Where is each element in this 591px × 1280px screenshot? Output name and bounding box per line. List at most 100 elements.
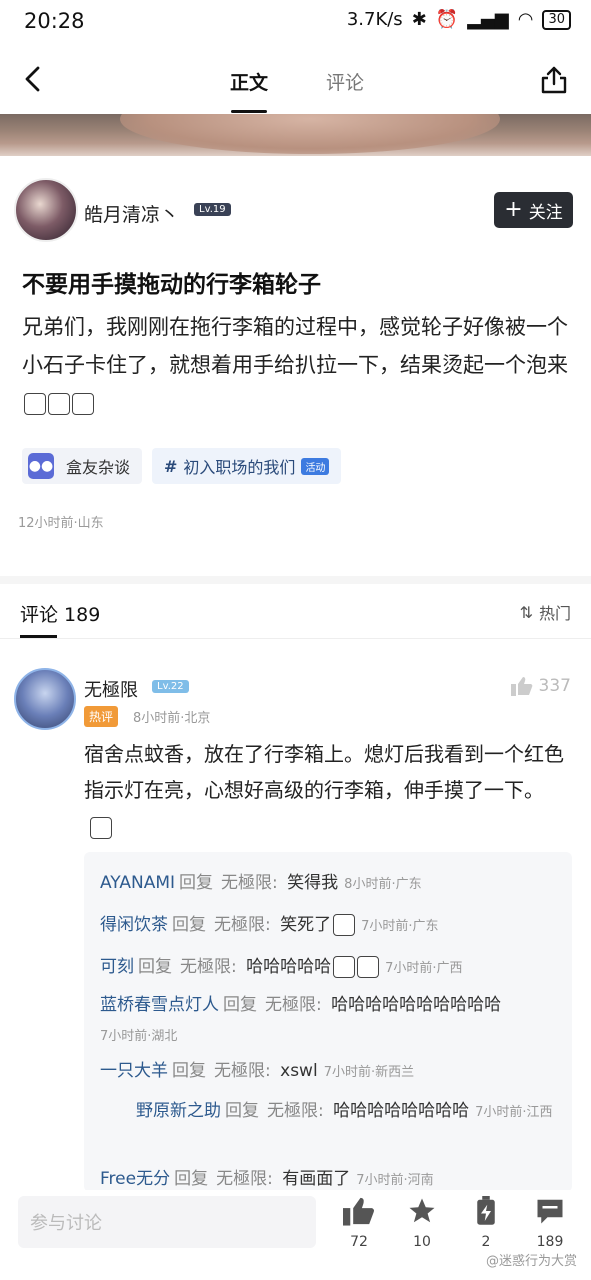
reply-author[interactable]: 得闲饮茶: [100, 915, 168, 935]
commenter-name[interactable]: 无極限: [84, 676, 138, 702]
back-arrow-icon[interactable]: [18, 64, 48, 94]
reply-target: 无極限:: [267, 1101, 324, 1121]
event-badge: 活动: [301, 457, 330, 475]
sort-label: 热门: [538, 604, 571, 623]
reply-target: 无極限:: [180, 957, 237, 977]
reply-item[interactable]: Free无分 回复 无極限: 有画面了 7小时前·河南: [100, 1164, 562, 1192]
reply-time: 8小时前·广东: [344, 877, 422, 892]
reply-verb: 回复: [174, 1169, 209, 1189]
comment-body: 宿舍点蚊香，放在了行李箱上。熄灯后我看到一个红色指示灯在亮，心想好高级的行李箱，…: [84, 736, 570, 844]
reply-target: 无極限:: [214, 1061, 271, 1081]
author-row: 皓月清凉丶 Lv.19 + 关注: [0, 170, 591, 250]
reply-item[interactable]: 蓝桥春雪点灯人 回复 无極限: 哈哈哈哈哈哈哈哈哈哈 7小时前·湖北: [100, 990, 562, 1052]
community-icon: ●●: [28, 453, 54, 479]
tab-main-text[interactable]: 正文: [230, 68, 268, 95]
top-nav: 正文 评论: [0, 44, 591, 114]
reply-author[interactable]: 蓝桥春雪点灯人: [100, 995, 219, 1015]
comments-count: 评论 189: [20, 604, 101, 626]
reply-text: 有画面了: [282, 1169, 351, 1189]
laugh-emoji-icon: [333, 914, 356, 936]
reply-thread: AYANAMI 回复 无極限: 笑得我 8小时前·广东 得闲饮茶 回复 无極限: 笑死了 7…: [84, 852, 572, 1192]
author-avatar[interactable]: [14, 178, 78, 242]
favorite-count: 10: [413, 1234, 431, 1250]
tag-topic[interactable]: # 初入职场的我们 活动: [152, 448, 342, 484]
post-title: 不要用手摸拖动的行李箱轮子: [22, 272, 321, 298]
star-icon: [409, 1198, 435, 1223]
sort-icon: ⇅: [519, 602, 533, 622]
comment-like-button[interactable]: 337: [510, 676, 571, 696]
follow-label: 关注: [528, 202, 563, 223]
post-meta: 12小时前·山东: [18, 516, 104, 531]
tag-community[interactable]: ●● 盒友杂谈: [22, 448, 143, 484]
reply-text: xswl: [280, 1061, 318, 1081]
reply-item[interactable]: 一只大羊 回复 无極限: xswl 7小时前·新西兰: [100, 1056, 562, 1088]
status-time: 20:28: [24, 9, 85, 33]
comments-button[interactable]: 189: [530, 1196, 570, 1250]
status-icons: 3.7K/s ✱ ⏰ ▂▄▆ ◠ 30: [347, 9, 571, 30]
tag-community-label: 盒友杂谈: [66, 458, 131, 477]
reply-verb: 回复: [223, 995, 257, 1015]
reply-time: 7小时前·河南: [356, 1173, 434, 1188]
crying-emoji-icon: [24, 393, 46, 415]
crying-laugh-emoji-icon: [357, 956, 380, 978]
author-name[interactable]: 皓月清凉丶: [84, 200, 179, 227]
reply-item[interactable]: 野原新之助 回复 无極限: 哈哈哈哈哈哈哈哈 7小时前·江西: [100, 1096, 562, 1128]
alarm-icon: ⏰: [435, 9, 459, 30]
thumbs-up-icon: [343, 1197, 375, 1226]
comments-underline: [20, 635, 57, 638]
tab-comments[interactable]: 评论: [326, 68, 364, 95]
reply-verb: 回复: [172, 1061, 206, 1081]
weibo-watermark: @迷惑行为大赏: [485, 1254, 577, 1269]
tag-topic-label: 初入职场的我们: [183, 458, 296, 477]
share-icon[interactable]: [539, 65, 569, 95]
reply-text: 笑得我: [287, 873, 339, 893]
reply-text: 笑死了: [280, 915, 332, 935]
section-divider: [0, 576, 591, 584]
reply-verb: 回复: [138, 957, 172, 977]
crying-laugh-emoji-icon: [333, 956, 356, 978]
battery-icon: 30: [542, 9, 571, 30]
comment-bubble-icon: [537, 1199, 563, 1224]
favorite-button[interactable]: 10: [402, 1196, 442, 1250]
commenter-level-badge: Lv.22: [152, 680, 189, 693]
plus-icon: +: [504, 197, 523, 222]
sort-button[interactable]: ⇅ 热门: [520, 600, 571, 624]
reply-time: 7小时前·江西: [475, 1105, 553, 1120]
post-body-text: 兄弟们，我刚刚在拖行李箱的过程中，感觉轮子好像被一个小石子卡住了，就想着用手给扒…: [22, 315, 568, 377]
active-tab-indicator: [231, 110, 267, 113]
battery-charge-icon: [477, 1196, 495, 1225]
crying-emoji-icon: [72, 393, 94, 415]
status-bar: 20:28 3.7K/s ✱ ⏰ ▂▄▆ ◠ 30: [0, 0, 591, 44]
charge-count: 2: [481, 1234, 491, 1250]
post-body: 兄弟们，我刚刚在拖行李箱的过程中，感觉轮子好像被一个小石子卡住了，就想着用手给扒…: [22, 308, 570, 422]
like-button[interactable]: 72: [339, 1196, 379, 1250]
reply-target: 无極限:: [214, 915, 271, 935]
reply-item[interactable]: 可刻 回复 无極限: 哈哈哈哈哈 7小时前·广西: [100, 952, 562, 984]
reply-time: 7小时前·广西: [385, 961, 463, 976]
author-level-badge: Lv.19: [194, 203, 231, 216]
comment-text: 宿舍点蚊香，放在了行李箱上。熄灯后我看到一个红色指示灯在亮，心想好高级的行李箱，…: [84, 742, 564, 802]
commenter-avatar[interactable]: [14, 668, 76, 730]
follow-button[interactable]: + 关注: [494, 192, 573, 228]
reply-author[interactable]: 一只大羊: [100, 1061, 168, 1081]
wifi-icon: ◠: [517, 9, 534, 30]
reply-target: 无極限:: [221, 873, 278, 893]
reply-author[interactable]: Free无分: [100, 1169, 170, 1189]
comments-count-bottom: 189: [536, 1234, 564, 1250]
charge-button[interactable]: 2: [466, 1196, 506, 1250]
reply-item[interactable]: AYANAMI 回复 无極限: 笑得我 8小时前·广东: [100, 868, 562, 900]
reply-author[interactable]: 可刻: [100, 957, 134, 977]
hot-comment-badge: 热评: [84, 706, 119, 727]
bluetooth-icon: ✱: [411, 9, 427, 30]
reply-author[interactable]: 野原新之助: [136, 1101, 221, 1121]
like-count: 72: [350, 1234, 368, 1250]
comments-header: 评论 189 ⇅ 热门: [0, 584, 591, 639]
post-image[interactable]: [0, 114, 591, 156]
comment-input[interactable]: 参与讨论: [18, 1196, 316, 1248]
reply-item[interactable]: 得闲饮茶 回复 无極限: 笑死了 7小时前·广东: [100, 910, 562, 942]
reply-target: 无極限:: [216, 1169, 273, 1189]
comment-like-count: 337: [538, 676, 571, 696]
reply-time: 7小时前·广东: [361, 919, 439, 934]
reply-author[interactable]: AYANAMI: [100, 873, 175, 893]
reply-verb: 回复: [172, 915, 206, 935]
